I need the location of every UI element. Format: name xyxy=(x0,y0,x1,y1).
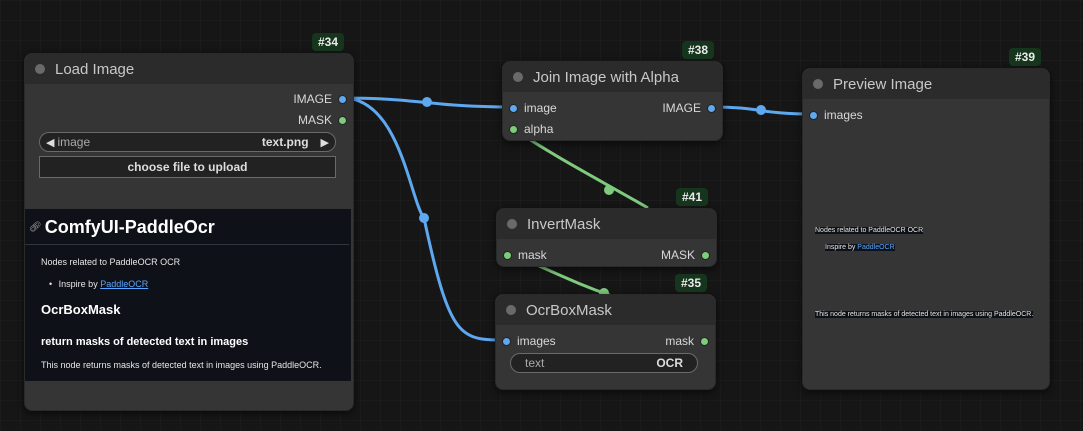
input-images[interactable]: images xyxy=(502,334,556,348)
output-mask[interactable]: MASK xyxy=(298,113,347,127)
doc-node-heading: OcrBoxMask xyxy=(41,302,121,317)
preview-doc-bullet: Inspire by PaddleOCR xyxy=(825,244,895,251)
upload-button[interactable]: choose file to upload xyxy=(39,156,336,178)
node-header[interactable]: Preview Image xyxy=(803,69,1049,99)
input-socket-icon[interactable] xyxy=(509,103,518,113)
arrow-left-icon[interactable]: ◀ xyxy=(46,136,54,149)
node-title: OcrBoxMask xyxy=(526,301,612,319)
node-join-image-alpha[interactable]: Join Image with Alpha image alpha IMAGE xyxy=(502,61,723,141)
collapse-dot-icon[interactable] xyxy=(35,64,45,74)
node-header[interactable]: Load Image xyxy=(25,54,353,84)
input-image[interactable]: image xyxy=(509,101,557,115)
node-title: Preview Image xyxy=(833,75,933,93)
input-socket-icon[interactable] xyxy=(809,110,818,120)
output-label: MASK xyxy=(297,113,332,127)
doc-body: This node returns masks of detected text… xyxy=(41,360,322,370)
collapse-dot-icon[interactable] xyxy=(506,305,516,315)
output-mask[interactable]: mask xyxy=(665,334,709,348)
node-id-badge: #41 xyxy=(676,188,709,206)
input-label: alpha xyxy=(524,122,554,136)
output-socket-icon[interactable] xyxy=(701,250,710,260)
output-socket-icon[interactable] xyxy=(338,115,347,125)
node-ocr-box-mask[interactable]: OcrBoxMask images mask text OCR xyxy=(495,294,716,390)
link-midpoint xyxy=(604,185,614,195)
output-label: IMAGE xyxy=(293,92,332,106)
node-preview-image[interactable]: Preview Image images Nodes related to Pa… xyxy=(802,68,1050,390)
arrow-right-icon[interactable]: ▶ xyxy=(321,136,329,149)
node-title: InvertMask xyxy=(527,215,601,233)
text-widget[interactable]: text OCR xyxy=(510,353,698,373)
bullet-icon: • xyxy=(49,279,53,289)
input-label: mask xyxy=(518,248,547,262)
bullet-prefix: Inspire by xyxy=(58,279,101,289)
output-label: MASK xyxy=(660,248,695,262)
preview-doc-intro: Nodes related to PaddleOCR OCR xyxy=(815,227,924,234)
link-midpoint xyxy=(422,97,432,107)
widget-value: OCR xyxy=(656,356,683,370)
input-label: image xyxy=(524,101,557,115)
node-id-badge: #38 xyxy=(682,41,715,59)
input-images[interactable]: images xyxy=(809,108,863,122)
preview-doc-body: This node returns masks of detected text… xyxy=(815,311,1034,318)
doc-subheading: return masks of detected text in images xyxy=(41,336,249,348)
input-mask[interactable]: mask xyxy=(503,248,547,262)
link-midpoint xyxy=(419,213,429,223)
output-image[interactable]: IMAGE xyxy=(662,101,716,115)
image-combo-widget[interactable]: ◀ image text.png ▶ xyxy=(39,132,336,152)
output-label: IMAGE xyxy=(662,101,701,115)
input-alpha[interactable]: alpha xyxy=(509,122,553,136)
widget-value: text.png xyxy=(261,135,309,149)
output-label: mask xyxy=(665,334,694,348)
input-label: images xyxy=(824,108,863,122)
node-invert-mask[interactable]: InvertMask mask MASK xyxy=(496,208,717,267)
link-icon: 🔗︎ xyxy=(29,222,42,233)
bullet-prefix: Inspire by xyxy=(825,244,858,251)
input-socket-icon[interactable] xyxy=(509,124,518,134)
collapse-dot-icon[interactable] xyxy=(513,72,523,82)
output-socket-icon[interactable] xyxy=(338,94,347,104)
paddleocr-link[interactable]: PaddleOCR xyxy=(857,244,894,251)
widget-label: image xyxy=(57,135,91,149)
node-id-badge: #34 xyxy=(312,33,345,51)
input-socket-icon[interactable] xyxy=(502,336,511,346)
node-header[interactable]: InvertMask xyxy=(497,209,716,239)
output-socket-icon[interactable] xyxy=(707,103,716,113)
input-label: images xyxy=(517,334,556,348)
collapse-dot-icon[interactable] xyxy=(507,219,517,229)
node-header[interactable]: Join Image with Alpha xyxy=(503,62,722,92)
doc-title: ComfyUI-PaddleOcr xyxy=(44,217,215,237)
output-image[interactable]: IMAGE xyxy=(293,92,347,106)
collapse-dot-icon[interactable] xyxy=(813,79,823,89)
doc-panel: 🔗︎ ComfyUI-PaddleOcr Nodes related to Pa… xyxy=(25,209,351,381)
doc-title-row: 🔗︎ ComfyUI-PaddleOcr xyxy=(25,209,349,245)
doc-intro: Nodes related to PaddleOCR OCR xyxy=(41,257,181,267)
link-midpoint xyxy=(756,105,766,115)
node-title: Load Image xyxy=(55,60,135,78)
output-mask[interactable]: MASK xyxy=(661,248,710,262)
node-title: Join Image with Alpha xyxy=(533,68,679,86)
node-id-badge: #35 xyxy=(675,274,708,292)
node-header[interactable]: OcrBoxMask xyxy=(496,295,715,325)
node-id-badge: #39 xyxy=(1009,48,1042,66)
doc-bullet: • Inspire by PaddleOCR xyxy=(25,267,351,289)
widget-label: text xyxy=(525,356,545,370)
input-socket-icon[interactable] xyxy=(503,250,512,260)
node-load-image[interactable]: Load Image IMAGE MASK ◀ image text.png ▶… xyxy=(24,53,354,411)
paddleocr-link[interactable]: PaddleOCR xyxy=(100,279,148,289)
output-socket-icon[interactable] xyxy=(700,336,709,346)
